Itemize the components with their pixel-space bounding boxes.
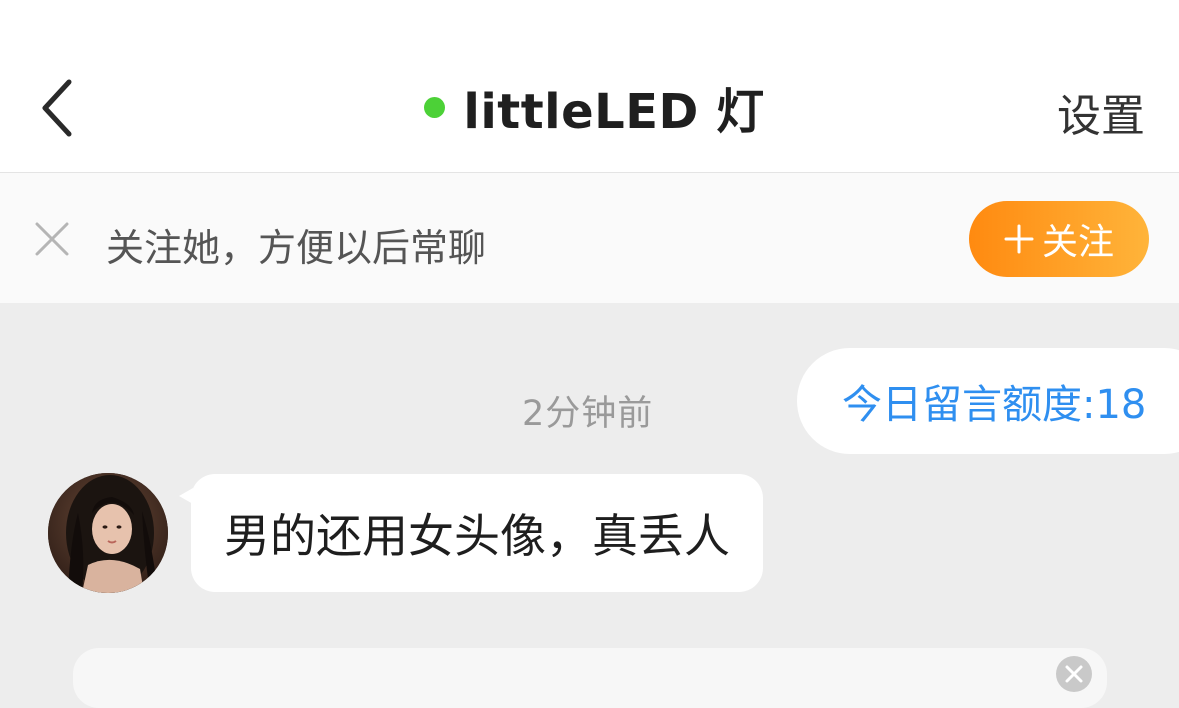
follow-button[interactable]: 关注 [969, 201, 1149, 277]
bottom-card [73, 648, 1107, 708]
card-close-button[interactable] [1056, 656, 1092, 692]
title-area: littleLED 灯 [0, 72, 1179, 142]
avatar[interactable] [48, 473, 168, 593]
close-banner-button[interactable] [33, 220, 71, 258]
quota-indicator: 今日留言额度:18 [797, 348, 1179, 454]
nav-bar: littleLED 灯 设置 [0, 0, 1179, 173]
online-status-dot [424, 96, 446, 118]
close-icon [1065, 665, 1083, 683]
message-bubble[interactable]: 男的还用女头像，真丢人 [191, 474, 763, 592]
quota-text: 今日留言额度:18 [842, 382, 1147, 428]
avatar-image [48, 473, 168, 593]
close-icon [35, 222, 69, 256]
follow-button-label: 关注 [1041, 222, 1114, 263]
follow-banner-text: 关注她，方便以后常聊 [106, 226, 487, 270]
chevron-left-icon [42, 79, 72, 137]
follow-banner: 关注她，方便以后常聊 关注 [0, 173, 1179, 303]
back-button[interactable] [22, 68, 92, 148]
message-timestamp: 2分钟前 [522, 394, 654, 434]
page-title: littleLED 灯 [463, 84, 765, 140]
settings-button[interactable]: 设置 [1057, 80, 1145, 144]
plus-icon [1004, 224, 1034, 254]
message-text: 男的还用女头像，真丢人 [224, 509, 730, 563]
